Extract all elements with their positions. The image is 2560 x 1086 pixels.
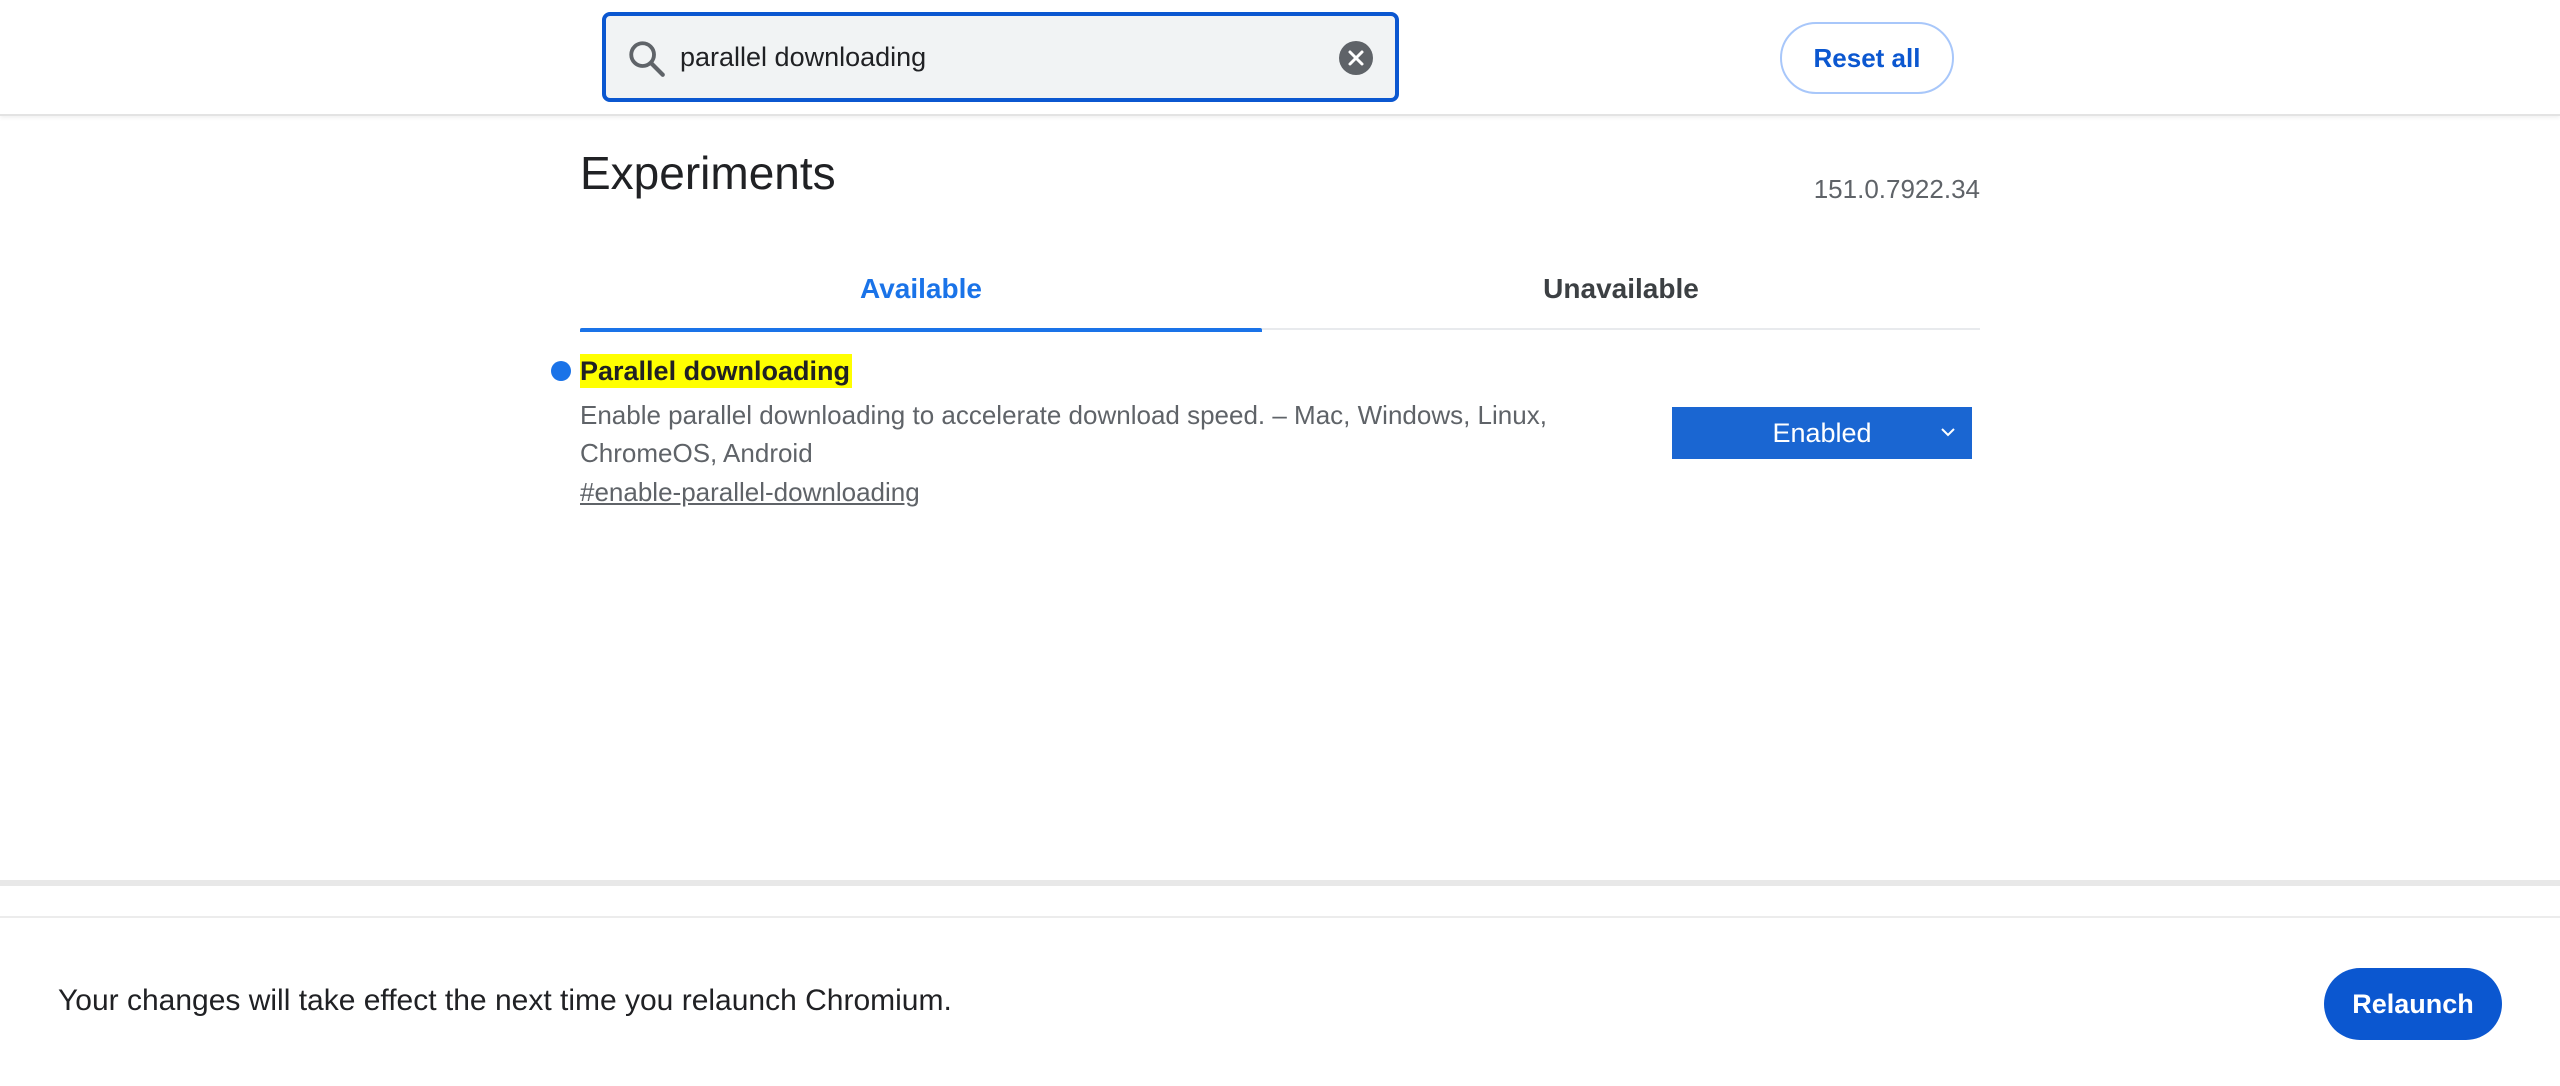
divider — [0, 880, 2560, 886]
search-input[interactable]: parallel downloading — [680, 16, 926, 98]
clear-icon — [1348, 50, 1364, 66]
modified-dot-icon — [551, 361, 571, 381]
tab-bar: Available Unavailable — [580, 248, 1980, 332]
experiment-state-select[interactable]: Enabled — [1672, 407, 1972, 459]
tab-available[interactable]: Available — [580, 248, 1262, 332]
clear-search-button[interactable] — [1339, 41, 1373, 75]
experiment-description: Enable parallel downloading to accelerat… — [580, 400, 1547, 468]
experiment-permalink[interactable]: #enable-parallel-downloading — [580, 477, 920, 508]
relaunch-message: Your changes will take effect the next t… — [58, 984, 952, 1017]
page-title: Experiments — [580, 147, 836, 199]
search-icon — [629, 41, 665, 77]
experiment-title: Parallel downloading — [580, 354, 853, 388]
select-value: Enabled — [1772, 417, 1872, 448]
version-label: 151.0.7922.34 — [1813, 174, 1980, 204]
relaunch-bar: Your changes will take effect the next t… — [0, 916, 2560, 1086]
reset-all-button[interactable]: Reset all — [1780, 22, 1954, 94]
relaunch-button[interactable]: Relaunch — [2324, 968, 2502, 1040]
search-field[interactable]: parallel downloading — [602, 12, 1399, 102]
tab-unavailable[interactable]: Unavailable — [1262, 248, 1980, 330]
chevron-down-icon — [1941, 428, 1955, 437]
header-bar: parallel downloading Reset all — [0, 0, 2560, 116]
